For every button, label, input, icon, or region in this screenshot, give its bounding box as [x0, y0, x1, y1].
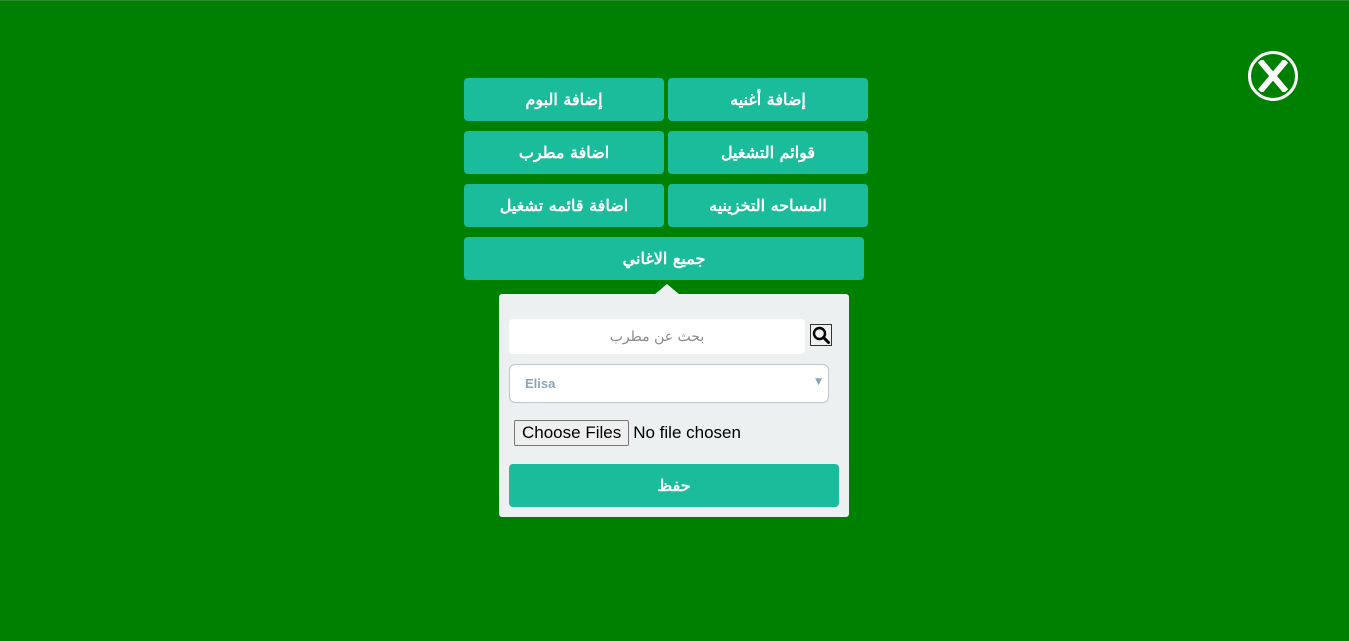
- chevron-down-icon: ▼: [815, 377, 822, 387]
- playlists-button[interactable]: قوائم التشغيل: [668, 131, 868, 174]
- search-button[interactable]: [810, 324, 832, 346]
- all-songs-button[interactable]: جميع الاغاني: [464, 237, 864, 280]
- close-button[interactable]: [1248, 51, 1298, 101]
- add-song-button[interactable]: إضافة أغنيه: [668, 78, 868, 121]
- file-upload: Choose Files No file chosen: [514, 420, 741, 446]
- save-button[interactable]: حفظ: [509, 464, 839, 507]
- add-album-button[interactable]: إضافة البوم: [464, 78, 664, 121]
- add-artist-panel: Elisa ▼ Choose Files No file chosen حفظ: [499, 294, 849, 517]
- top-border: [0, 0, 1349, 1]
- artist-select[interactable]: Elisa ▼: [509, 364, 829, 403]
- artist-search-input[interactable]: [509, 319, 805, 354]
- choose-files-button[interactable]: Choose Files: [514, 420, 630, 446]
- add-artist-button[interactable]: اضافة مطرب: [464, 131, 664, 174]
- storage-button[interactable]: المساحه التخزينيه: [668, 184, 868, 227]
- search-icon: [812, 326, 830, 344]
- artist-select-value: Elisa: [525, 376, 556, 391]
- add-playlist-button[interactable]: اضافة قائمه تشغيل: [464, 184, 664, 227]
- file-status-text: No file chosen: [633, 423, 741, 442]
- close-icon: [1258, 60, 1288, 92]
